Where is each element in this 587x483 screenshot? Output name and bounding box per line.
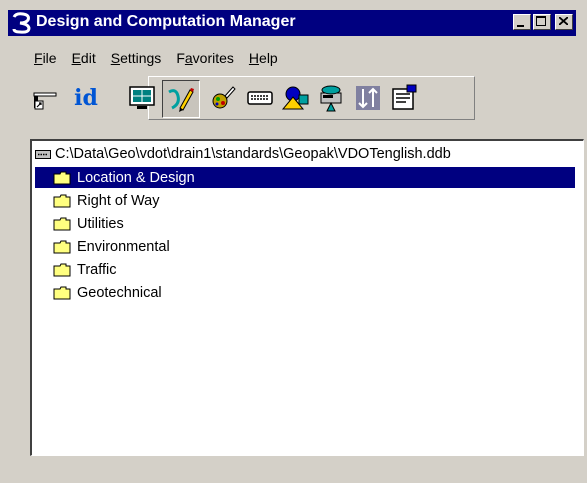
- tree-item-traffic[interactable]: Traffic: [35, 259, 575, 280]
- menu-favorites[interactable]: Favorites: [176, 50, 234, 70]
- tree-item-location-design[interactable]: Location & Design: [35, 167, 575, 188]
- folder-icon: [53, 171, 71, 184]
- folder-icon: [53, 217, 71, 230]
- app-window: Design and Computation Manager File Edit…: [0, 0, 587, 483]
- shapes-tool-button[interactable]: [278, 80, 314, 116]
- tree-item-label: Environmental: [77, 238, 170, 255]
- paint-icon: [212, 86, 236, 109]
- tree-item-label: Traffic: [77, 261, 117, 278]
- tree-item-environmental[interactable]: Environmental: [35, 236, 575, 257]
- transfer-arrows-icon: [356, 86, 380, 110]
- menu-bar: File Edit Settings Favorites Help: [34, 50, 293, 70]
- properties-tool-button[interactable]: [386, 80, 422, 116]
- drive-icon: [320, 85, 342, 112]
- monitor-icon: [129, 86, 155, 109]
- close-button[interactable]: [555, 14, 573, 30]
- transfer-tool-button[interactable]: [350, 80, 386, 116]
- shortcut-tool-button[interactable]: [28, 80, 64, 116]
- properties-icon: [392, 84, 417, 110]
- folder-icon: [53, 263, 71, 276]
- tree-root-path: C:\Data\Geo\vdot\drain1\standards\Geopak…: [55, 146, 451, 162]
- id-tool-button[interactable]: id: [64, 80, 108, 116]
- minimize-button[interactable]: [513, 14, 531, 30]
- folder-icon: [53, 194, 71, 207]
- menu-help[interactable]: Help: [249, 50, 278, 70]
- window-title: Design and Computation Manager: [36, 13, 296, 30]
- menu-file[interactable]: File: [34, 50, 57, 70]
- id-label: id: [74, 85, 98, 111]
- keyboard-icon: [247, 91, 273, 105]
- toolbar: id: [28, 76, 475, 124]
- design-tool-button[interactable]: [162, 80, 200, 118]
- tree-item-geotechnical[interactable]: Geotechnical: [35, 282, 575, 303]
- hydraulics-tool-button[interactable]: [206, 80, 242, 116]
- tree-item-label: Utilities: [77, 215, 124, 232]
- title-bar[interactable]: Design and Computation Manager: [8, 10, 576, 36]
- close-icon: [559, 17, 568, 25]
- menu-edit[interactable]: Edit: [72, 50, 96, 70]
- tree-item-label: Location & Design: [77, 169, 195, 186]
- tree-item-right-of-way[interactable]: Right of Way: [35, 190, 575, 211]
- drive-icon: [35, 149, 51, 159]
- folder-icon: [53, 240, 71, 253]
- keyboard-tool-button[interactable]: [242, 80, 278, 116]
- tree-item-utilities[interactable]: Utilities: [35, 213, 575, 234]
- shortcut-icon: [33, 92, 57, 110]
- survey-tool-button[interactable]: [314, 80, 350, 116]
- display-tool-button[interactable]: [124, 80, 160, 116]
- tree-item-label: Right of Way: [77, 192, 160, 209]
- shapes-icon: [281, 86, 309, 110]
- maximize-button[interactable]: [533, 14, 551, 30]
- menu-settings[interactable]: Settings: [111, 50, 162, 70]
- app-logo-icon: [12, 12, 31, 34]
- tree-item-label: Geotechnical: [77, 284, 162, 301]
- tree-view[interactable]: C:\Data\Geo\vdot\drain1\standards\Geopak…: [30, 139, 584, 456]
- pencil-curve-icon: [168, 88, 194, 112]
- folder-icon: [53, 286, 71, 299]
- tree-root[interactable]: C:\Data\Geo\vdot\drain1\standards\Geopak…: [35, 144, 451, 164]
